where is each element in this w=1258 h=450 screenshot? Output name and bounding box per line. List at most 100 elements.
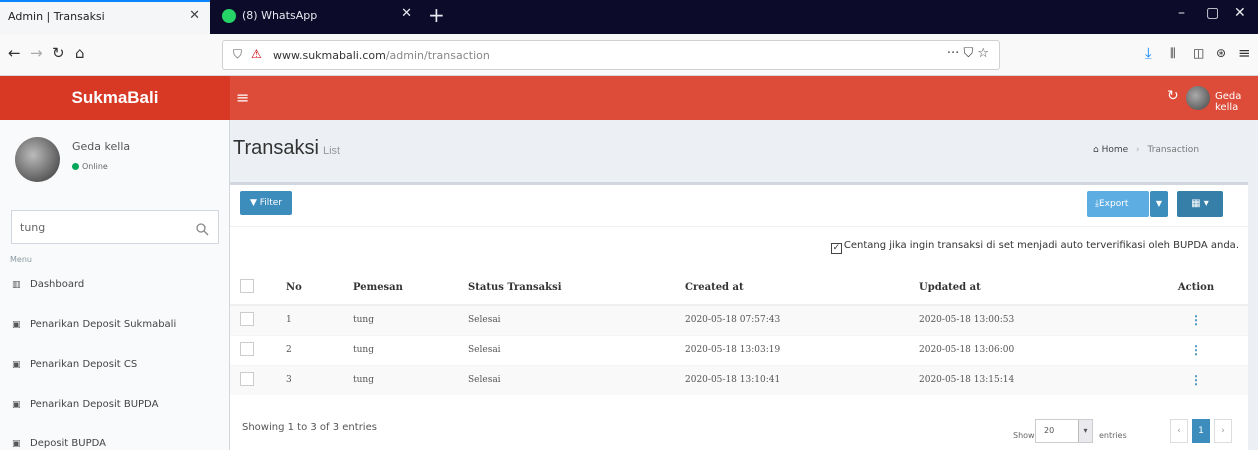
hamburger-icon[interactable]: ≡ [236, 88, 249, 107]
cell-no: 1 [286, 304, 353, 335]
more-actions-icon[interactable]: ⋮ [1190, 343, 1202, 357]
table-header-row: No Pemesan Status Transaksi Created at U… [230, 271, 1248, 306]
cell-no: 2 [286, 334, 353, 365]
search-icon[interactable] [196, 219, 209, 238]
next-page-button[interactable]: › [1214, 419, 1232, 443]
cell-action: ⋮ [1144, 364, 1248, 395]
column-header-created[interactable]: Created at [685, 271, 919, 306]
chevron-down-icon: ▾ [1078, 420, 1092, 442]
app-header: SukmaBali ≡ ↻ Geda kella [0, 76, 1258, 120]
browser-tab-whatsapp[interactable]: (8) WhatsApp ✕ [210, 0, 412, 34]
transaction-table: No Pemesan Status Transaksi Created at U… [230, 271, 1248, 395]
download-icon[interactable]: ⤓ [1145, 44, 1152, 62]
sidebar-item-penarikan-bupda[interactable]: ▣ Penarikan Deposit BUPDA [12, 399, 158, 410]
list-icon: ▣ [12, 360, 21, 370]
column-header-status[interactable]: Status Transaksi [468, 271, 685, 306]
menu-heading: Menu [10, 255, 32, 264]
new-tab-icon[interactable]: + [428, 3, 445, 27]
filter-icon: ▼ [249, 198, 257, 208]
column-header-pemesan[interactable]: Pemesan [353, 271, 468, 306]
export-dropdown-button[interactable]: ▼ [1150, 191, 1168, 217]
sidebar-item-deposit-bupda[interactable]: ▣ Deposit BUPDA [12, 438, 106, 449]
minimize-icon[interactable]: – [1178, 5, 1185, 21]
browser-tab-admin[interactable]: Admin | Transaksi ✕ [0, 0, 210, 34]
page-subtitle: List [322, 145, 341, 157]
brand-logo[interactable]: SukmaBali [0, 76, 230, 120]
cell-status: Selesai [468, 364, 685, 395]
search-input[interactable]: tung [11, 210, 219, 244]
header-user-name[interactable]: Geda kella [1215, 91, 1258, 113]
breadcrumb-home[interactable]: Home [1102, 145, 1129, 155]
whatsapp-icon [222, 9, 236, 23]
library-icon[interactable]: ⫼ [1170, 46, 1176, 61]
page-1-button[interactable]: 1 [1192, 419, 1210, 443]
column-header-updated[interactable]: Updated at [919, 271, 1144, 306]
sidebar-item-dashboard[interactable]: ▥ Dashboard [12, 279, 84, 290]
column-header-action: Action [1144, 271, 1248, 306]
transaction-box: ▼ Filter ⤓Export ▼ ▦ ▾ ✓ Centang jika ing… [230, 182, 1248, 450]
row-checkbox[interactable] [240, 341, 254, 356]
online-dot-icon [72, 163, 79, 170]
url-text: www.sukmabali.com/admin/transaction [273, 49, 490, 62]
cell-updated: 2020-05-18 13:06:00 [919, 334, 1144, 365]
prev-page-button[interactable]: ‹ [1170, 419, 1188, 443]
breadcrumb: ⌂ Home › Transaction [1093, 145, 1200, 155]
chevron-down-icon: ▼ [1155, 199, 1163, 208]
checkbox-icon[interactable]: ✓ [830, 243, 842, 254]
refresh-icon[interactable]: ↻ [1167, 88, 1179, 104]
cell-created: 2020-05-18 07:57:43 [685, 304, 919, 335]
more-actions-icon[interactable]: ⋮ [1190, 373, 1202, 387]
status-badge: Online [72, 162, 108, 171]
url-actions[interactable]: ··· ⛉ ☆ [947, 46, 989, 61]
list-icon: ▣ [12, 320, 21, 330]
select-all-checkbox[interactable] [240, 279, 254, 293]
show-label: Show [1013, 431, 1035, 440]
forward-icon[interactable]: → [30, 44, 43, 62]
column-header-no[interactable]: No [286, 271, 353, 306]
list-icon: ▣ [12, 400, 21, 410]
sidebar-item-penarikan-sukmabali[interactable]: ▣ Penarikan Deposit Sukmabali [12, 319, 176, 330]
close-window-icon[interactable]: ✕ [1234, 5, 1246, 21]
browser-nav-bar: ← → ↻ ⌂ ⛉ ⚠ www.sukmabali.com/admin/tran… [0, 34, 1258, 76]
reload-icon[interactable]: ↻ [52, 44, 65, 62]
page-title: Transaksi List [233, 137, 341, 159]
sidebar-user-name: Geda kella [72, 140, 131, 153]
tab-title: (8) WhatsApp [242, 9, 318, 22]
avatar[interactable] [1186, 86, 1210, 110]
sidebar-item-penarikan-cs[interactable]: ▣ Penarikan Deposit CS [12, 359, 137, 370]
home-icon[interactable]: ⌂ [75, 44, 85, 62]
close-tab-icon[interactable]: ✕ [401, 6, 412, 21]
sidebar-toggle-icon[interactable]: ◫ [1193, 46, 1204, 60]
table-row: 1 tung Selesai 2020-05-18 07:57:43 2020-… [230, 304, 1248, 335]
table-row: 3 tung Selesai 2020-05-18 13:10:41 2020-… [230, 364, 1248, 395]
auto-verify-checkbox[interactable]: ✓ Centang jika ingin transaksi di set men… [830, 240, 1239, 254]
cell-pemesan: tung [353, 334, 468, 365]
table-row: 2 tung Selesai 2020-05-18 13:03:19 2020-… [230, 334, 1248, 365]
row-checkbox[interactable] [240, 311, 254, 326]
more-actions-icon[interactable]: ⋮ [1190, 313, 1202, 327]
back-icon[interactable]: ← [8, 44, 21, 62]
filter-button[interactable]: ▼ Filter [240, 191, 292, 215]
home-icon: ⌂ [1093, 145, 1099, 155]
columns-button[interactable]: ▦ ▾ [1177, 191, 1223, 217]
page-length-select[interactable]: 20 ▾ [1035, 419, 1093, 443]
row-checkbox[interactable] [240, 371, 254, 386]
cell-created: 2020-05-18 13:03:19 [685, 334, 919, 365]
entries-label: entries [1099, 431, 1127, 440]
cell-created: 2020-05-18 13:10:41 [685, 364, 919, 395]
row-checkbox-cell [230, 334, 286, 365]
close-tab-icon[interactable]: ✕ [189, 8, 200, 23]
cell-pemesan: tung [353, 364, 468, 395]
tab-title: Admin | Transaksi [8, 10, 105, 23]
cell-action: ⋮ [1144, 304, 1248, 335]
maximize-icon[interactable]: ▢ [1206, 5, 1219, 21]
cell-no: 3 [286, 364, 353, 395]
menu-icon[interactable]: ≡ [1238, 44, 1251, 62]
cell-status: Selesai [468, 334, 685, 365]
export-button[interactable]: ⤓Export [1087, 191, 1149, 217]
row-checkbox-cell [230, 304, 286, 335]
extension-icon[interactable]: ⊛ [1216, 46, 1226, 60]
url-bar[interactable]: ⛉ ⚠ www.sukmabali.com/admin/transaction … [222, 40, 1000, 70]
chart-icon: ▥ [12, 280, 21, 290]
page-length-value: 20 [1044, 426, 1055, 435]
